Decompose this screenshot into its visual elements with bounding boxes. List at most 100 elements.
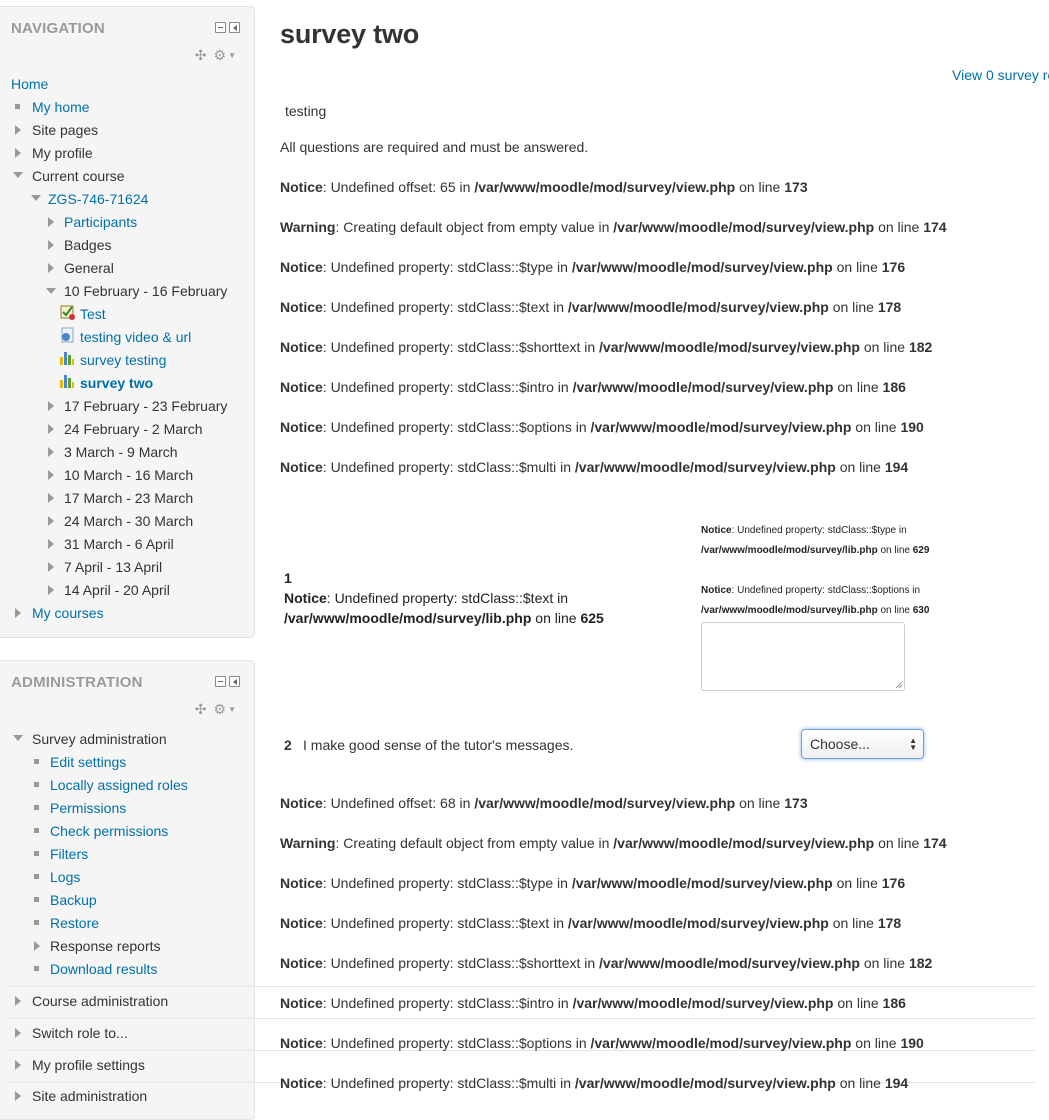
divider xyxy=(10,1018,1035,1019)
admin-survey-administration[interactable]: Survey administration xyxy=(32,730,167,748)
nav-mod-video-link[interactable]: testing video & url xyxy=(80,328,191,346)
block-tools: ✣ ⚙ ▼ xyxy=(195,701,236,718)
url-icon xyxy=(61,327,74,343)
nav-mod-survey-testing-link[interactable]: survey testing xyxy=(80,351,166,369)
nav-week[interactable]: 24 February - 2 March xyxy=(64,420,203,438)
collapse-arrow-icon[interactable] xyxy=(13,172,23,178)
expand-arrow-icon[interactable] xyxy=(15,1028,21,1038)
block-tools: ✣ ⚙ ▼ xyxy=(195,47,236,64)
expand-arrow-icon[interactable] xyxy=(48,217,54,227)
nav-mod-test-link[interactable]: Test xyxy=(80,305,106,323)
nav-week[interactable]: 14 April - 20 April xyxy=(64,581,170,599)
nav-week[interactable]: 3 March - 9 March xyxy=(64,443,178,461)
admin-logs-link[interactable]: Logs xyxy=(50,868,80,886)
admin-edit-settings-link[interactable]: Edit settings xyxy=(50,753,126,771)
collapse-arrow-icon[interactable] xyxy=(31,195,41,201)
expand-arrow-icon[interactable] xyxy=(48,539,54,549)
expand-arrow-icon[interactable] xyxy=(48,424,54,434)
expand-arrow-icon[interactable] xyxy=(15,1060,21,1070)
question-1-textarea[interactable] xyxy=(701,622,905,691)
collapse-arrow-icon[interactable] xyxy=(46,288,56,294)
expand-arrow-icon[interactable] xyxy=(48,516,54,526)
collapse-block-icon[interactable] xyxy=(215,22,226,33)
nav-my-profile[interactable]: My profile xyxy=(32,144,93,162)
nav-general[interactable]: General xyxy=(64,259,114,277)
dock-block-icon[interactable] xyxy=(229,22,240,33)
admin-response-reports[interactable]: Response reports xyxy=(50,937,161,955)
bullet-icon xyxy=(34,851,39,856)
php-notice: Notice: Undefined property: stdClass::$t… xyxy=(280,875,906,891)
expand-arrow-icon[interactable] xyxy=(15,125,21,135)
php-notice: Notice: Undefined property: stdClass::$m… xyxy=(280,1075,909,1091)
bullet-icon xyxy=(34,897,39,902)
gear-icon[interactable]: ⚙ xyxy=(214,701,227,718)
php-notice: Notice: Undefined property: stdClass::$t… xyxy=(280,259,906,275)
question-2-text: I make good sense of the tutor's message… xyxy=(303,737,574,753)
expand-arrow-icon[interactable] xyxy=(48,447,54,457)
view-responses-link[interactable]: View 0 survey re xyxy=(952,67,1049,83)
admin-switch-role[interactable]: Switch role to... xyxy=(32,1024,128,1042)
expand-arrow-icon[interactable] xyxy=(15,148,21,158)
expand-arrow-icon[interactable] xyxy=(15,996,21,1006)
nav-site-pages[interactable]: Site pages xyxy=(32,121,98,139)
move-icon[interactable]: ✣ xyxy=(195,701,207,718)
required-note: All questions are required and must be a… xyxy=(280,139,589,155)
admin-backup-link[interactable]: Backup xyxy=(50,891,97,909)
php-notice: Notice: Undefined property: stdClass::$o… xyxy=(280,419,924,435)
expand-arrow-icon[interactable] xyxy=(48,562,54,572)
expand-arrow-icon[interactable] xyxy=(48,493,54,503)
caret-down-icon[interactable]: ▼ xyxy=(228,51,236,60)
expand-arrow-icon[interactable] xyxy=(48,470,54,480)
expand-arrow-icon[interactable] xyxy=(48,240,54,250)
php-warning: Warning: Creating default object from em… xyxy=(280,219,947,235)
expand-arrow-icon[interactable] xyxy=(48,585,54,595)
admin-local-roles-link[interactable]: Locally assigned roles xyxy=(50,776,188,794)
nav-week[interactable]: 17 February - 23 February xyxy=(64,397,227,415)
dock-block-icon[interactable] xyxy=(229,676,240,687)
expand-arrow-icon[interactable] xyxy=(34,941,40,951)
admin-download-results-link[interactable]: Download results xyxy=(50,960,157,978)
admin-profile-settings[interactable]: My profile settings xyxy=(32,1056,145,1074)
bullet-icon xyxy=(34,828,39,833)
nav-week[interactable]: 24 March - 30 March xyxy=(64,512,193,530)
question-number: 2 xyxy=(284,737,292,753)
nav-home-link[interactable]: Home xyxy=(11,75,48,93)
nav-current-course[interactable]: Current course xyxy=(32,167,125,185)
expand-arrow-icon[interactable] xyxy=(15,1091,21,1101)
nav-week[interactable]: 7 April - 13 April xyxy=(64,558,162,576)
caret-down-icon[interactable]: ▼ xyxy=(228,705,236,714)
admin-course-administration[interactable]: Course administration xyxy=(32,992,168,1010)
collapse-arrow-icon[interactable] xyxy=(13,735,23,741)
php-notice: Notice: Undefined property: stdClass::$t… xyxy=(280,299,902,315)
nav-course-link[interactable]: ZGS-746-71624 xyxy=(48,190,148,208)
page-title: survey two xyxy=(280,19,420,49)
php-notice-small: Notice: Undefined property: stdClass::$o… xyxy=(701,585,930,616)
survey-icon xyxy=(60,375,74,388)
nav-week[interactable]: 31 March - 6 April xyxy=(64,535,174,553)
nav-week-current[interactable]: 10 February - 16 February xyxy=(64,282,227,300)
php-notice: Notice: Undefined offset: 68 in /var/www… xyxy=(280,795,808,811)
nav-mod-survey-two-link[interactable]: survey two xyxy=(80,374,153,392)
nav-badges[interactable]: Badges xyxy=(64,236,111,254)
admin-check-permissions-link[interactable]: Check permissions xyxy=(50,822,168,840)
nav-week[interactable]: 17 March - 23 March xyxy=(64,489,193,507)
bullet-icon xyxy=(34,805,39,810)
admin-permissions-link[interactable]: Permissions xyxy=(50,799,126,817)
admin-filters-link[interactable]: Filters xyxy=(50,845,88,863)
gear-icon[interactable]: ⚙ xyxy=(214,47,227,64)
nav-my-courses-link[interactable]: My courses xyxy=(32,604,104,622)
admin-site-administration[interactable]: Site administration xyxy=(32,1087,147,1105)
administration-block-title: ADMINISTRATION xyxy=(11,674,143,691)
move-icon[interactable]: ✣ xyxy=(195,47,207,64)
collapse-block-icon[interactable] xyxy=(215,676,226,687)
expand-arrow-icon[interactable] xyxy=(48,263,54,273)
expand-arrow-icon[interactable] xyxy=(48,401,54,411)
nav-my-home-link[interactable]: My home xyxy=(32,98,90,116)
question-2-select[interactable]: Choose... ▲ ▼ xyxy=(801,729,924,759)
expand-arrow-icon[interactable] xyxy=(15,608,21,618)
block-dock-controls xyxy=(215,676,240,687)
nav-week[interactable]: 10 March - 16 March xyxy=(64,466,193,484)
nav-participants-link[interactable]: Participants xyxy=(64,213,137,231)
bullet-icon xyxy=(34,782,39,787)
admin-restore-link[interactable]: Restore xyxy=(50,914,99,932)
